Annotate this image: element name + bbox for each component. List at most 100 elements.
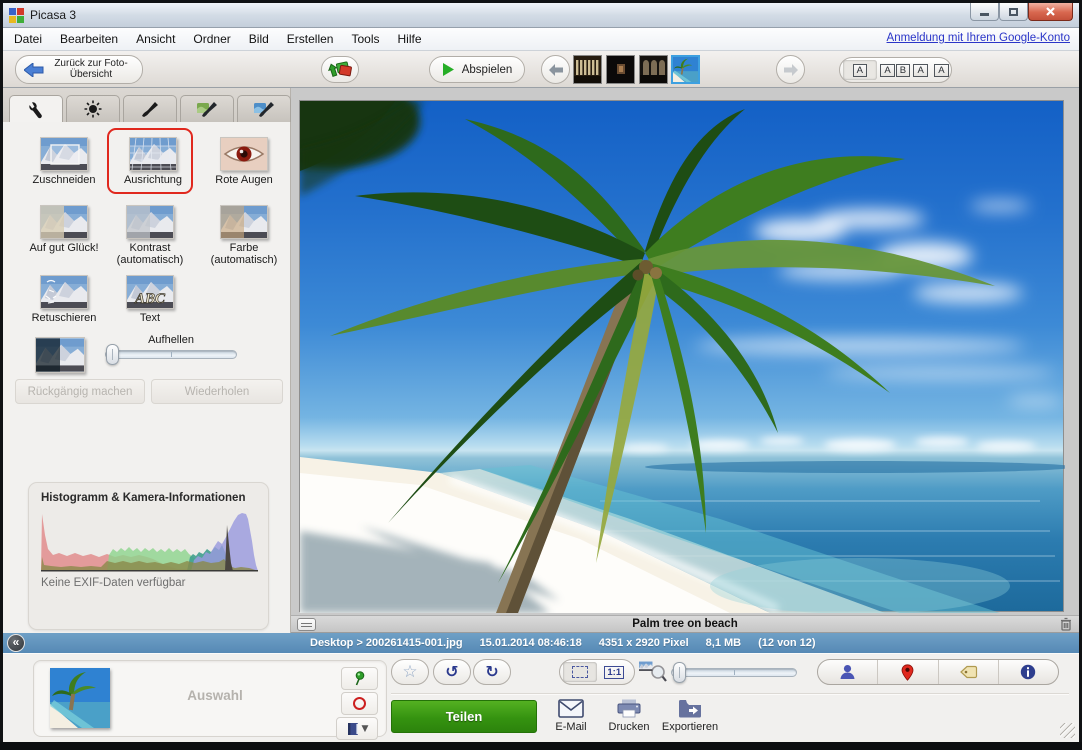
star-button[interactable]: ☆ (391, 659, 429, 685)
play-slideshow-button[interactable]: Abspielen (429, 56, 525, 83)
title-bar[interactable]: Picasa 3 (3, 3, 1079, 28)
menu-datei[interactable]: Datei (14, 32, 42, 46)
tool-label: Ausrichtung (116, 174, 190, 186)
menu-erstellen[interactable]: Erstellen (287, 32, 334, 46)
close-button[interactable] (1028, 3, 1073, 21)
selected-photo-thumbnail[interactable] (50, 668, 110, 728)
view-single-button[interactable]: A (843, 60, 877, 80)
places-panel-button[interactable] (878, 660, 938, 684)
print-button[interactable]: Drucken (599, 699, 659, 733)
clear-circle-icon (353, 697, 366, 710)
photo-caption[interactable]: Palm tree on beach (291, 618, 1079, 630)
redo-button[interactable]: Wiederholen (151, 379, 283, 404)
maximize-button[interactable] (999, 3, 1028, 21)
email-envelope-icon (558, 699, 584, 718)
brush-green-icon (196, 100, 218, 118)
share-button[interactable]: Teilen (391, 700, 537, 733)
previous-photo-button[interactable] (541, 55, 570, 84)
retouch-tool-icon (40, 275, 88, 309)
filmstrip-thumbnail-1[interactable] (573, 55, 602, 84)
auto-contrast-icon (126, 205, 174, 239)
back-button-label: Zurück zur Foto-Übersicht (48, 59, 134, 80)
menu-bild[interactable]: Bild (249, 32, 269, 46)
tool-retuschieren[interactable]: Retuschieren (17, 275, 111, 324)
tool-farbe-auto[interactable]: Farbe (automatisch) (199, 205, 289, 266)
collapse-panel-button[interactable]: « (7, 634, 25, 652)
brush-blue-icon (253, 100, 275, 118)
hold-selection-button[interactable] (341, 667, 378, 690)
minimize-icon (980, 13, 989, 16)
tab-basic-fixes[interactable] (9, 95, 63, 123)
tags-panel-button[interactable] (939, 660, 999, 684)
filmstrip-thumbnail-2[interactable] (606, 55, 635, 84)
photo-rendering (300, 101, 1065, 613)
next-photo-button[interactable] (776, 55, 805, 84)
abc-glyph: ABC (134, 291, 166, 307)
filmstrip-thumbnail-4-selected[interactable] (671, 55, 700, 84)
tool-text[interactable]: ABC Text (107, 275, 193, 324)
collage-button[interactable] (321, 56, 359, 83)
google-account-link[interactable]: Anmeldung mit Ihrem Google-Konto (887, 32, 1070, 44)
menu-bar: Datei Bearbeiten Ansicht Ordner Bild Ers… (3, 28, 1079, 51)
tab-effects-green[interactable] (180, 95, 234, 122)
maximize-icon (1009, 8, 1018, 16)
tool-kontrast-auto[interactable]: Kontrast (automatisch) (107, 205, 193, 266)
menu-ordner[interactable]: Ordner (193, 32, 230, 46)
view-mode-group: A AB A A (839, 57, 952, 83)
undo-button[interactable]: Rückgängig machen (15, 379, 145, 404)
brush-icon (140, 100, 160, 118)
tool-auf-gut-glueck[interactable]: Auf gut Glück! (17, 205, 111, 254)
zoom-slider-thumb[interactable] (673, 662, 686, 683)
email-button[interactable]: E-Mail (541, 699, 601, 733)
photo-palm-tree-on-beach[interactable] (299, 100, 1064, 612)
edit-tab-strip (3, 88, 290, 122)
zoom-slider-tick (734, 670, 735, 675)
tool-ausrichtung[interactable]: Ausrichtung (116, 137, 190, 186)
resize-grip[interactable] (1060, 723, 1075, 738)
filmstrip-thumbnail-3[interactable] (639, 55, 668, 84)
rotate-right-button[interactable]: ↻ (473, 659, 511, 685)
minimize-button[interactable] (970, 3, 999, 21)
back-arrow-icon (24, 63, 44, 77)
trash-icon[interactable] (1060, 617, 1072, 631)
tag-icon (959, 665, 978, 679)
bottom-action-bar: Auswahl ▼ ☆ (3, 653, 1079, 742)
menu-hilfe[interactable]: Hilfe (398, 32, 422, 46)
green-pin-icon (353, 671, 366, 686)
panel-toggle-group (817, 659, 1059, 685)
tab-tuning[interactable] (66, 95, 120, 122)
view-dual-button[interactable]: A A (914, 60, 948, 80)
fit-to-window-button[interactable] (563, 662, 597, 682)
view-compare-b: B (896, 64, 910, 77)
menu-bearbeiten[interactable]: Bearbeiten (60, 32, 118, 46)
tool-rote-augen[interactable]: Rote Augen (201, 137, 287, 186)
zoom-preview-button[interactable] (639, 661, 667, 688)
zoom-slider[interactable] (671, 668, 797, 677)
album-book-icon (346, 722, 360, 736)
tool-zuschneiden[interactable]: Zuschneiden (17, 137, 111, 186)
properties-panel-button[interactable] (999, 660, 1058, 684)
add-to-album-button[interactable]: ▼ (336, 717, 378, 740)
clear-selection-button[interactable] (341, 692, 378, 715)
tab-effects-1[interactable] (123, 95, 177, 122)
actual-size-button[interactable]: 1:1 (598, 662, 632, 682)
histogram-title: Histogramm & Kamera-Informationen (41, 492, 245, 504)
fill-light-slider-thumb[interactable] (106, 344, 119, 365)
email-label: E-Mail (555, 721, 586, 733)
rotate-left-button[interactable]: ↺ (433, 659, 471, 685)
export-label: Exportieren (662, 721, 718, 733)
people-panel-button[interactable] (818, 660, 878, 684)
view-compare-button[interactable]: AB (879, 60, 913, 80)
status-dimensions: 4351 x 2920 Pixel (599, 637, 689, 649)
tab-effects-blue[interactable] (237, 95, 291, 122)
export-button[interactable]: Exportieren (653, 699, 727, 733)
back-to-library-button[interactable]: Zurück zur Foto-Übersicht (15, 55, 143, 84)
fill-light-slider[interactable] (105, 350, 237, 359)
main-toolbar: Zurück zur Foto-Übersicht Abspielen (3, 51, 1079, 88)
menu-ansicht[interactable]: Ansicht (136, 32, 175, 46)
tool-label: Rote Augen (201, 174, 287, 186)
status-position: (12 von 12) (758, 637, 815, 649)
person-icon (839, 664, 856, 680)
menu-tools[interactable]: Tools (351, 32, 379, 46)
red-eye-tool-icon (220, 137, 268, 171)
